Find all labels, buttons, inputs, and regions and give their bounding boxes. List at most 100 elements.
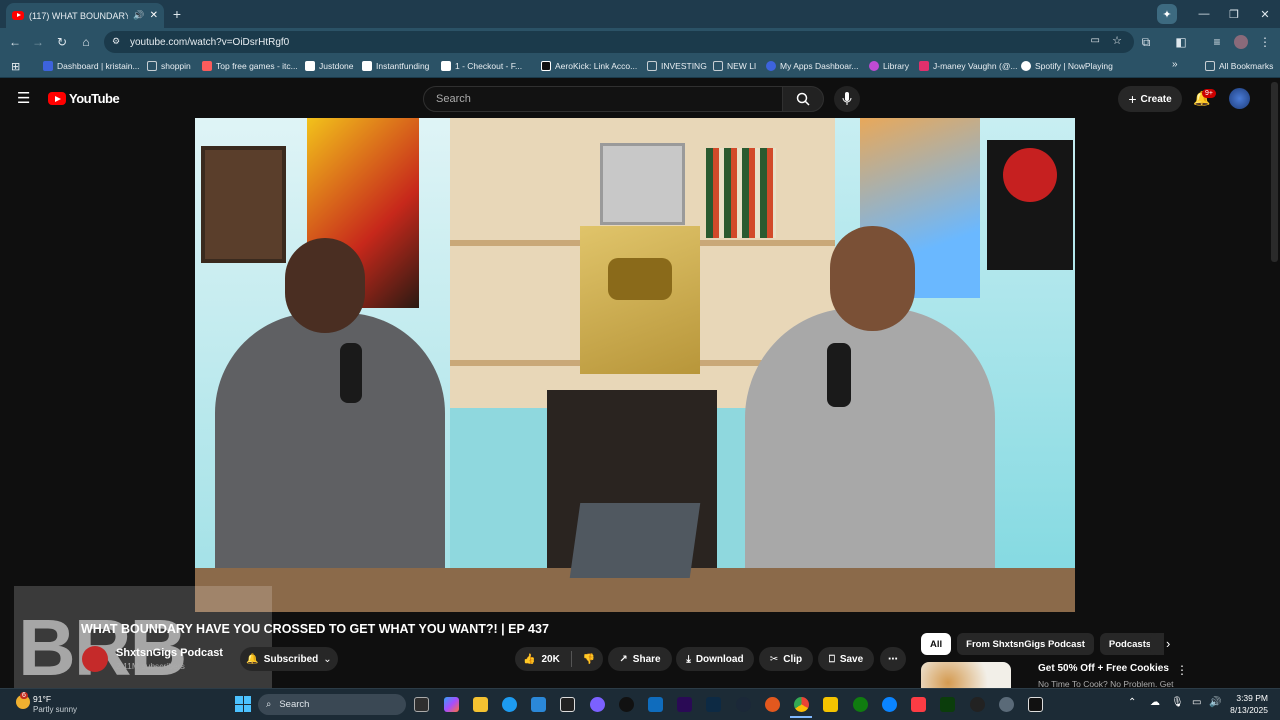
more-actions-button[interactable]: ⋯ [880, 647, 906, 671]
bookmark-item[interactable]: My Apps Dashboar... [766, 61, 858, 71]
premiere-pro-icon[interactable] [677, 697, 692, 712]
subscribed-button[interactable]: 🔔 Subscribed ⌄ [240, 647, 338, 671]
outlook-icon[interactable] [648, 697, 663, 712]
bookmark-item[interactable]: Library [869, 61, 909, 71]
onedrive-icon[interactable]: ☁ [1150, 697, 1160, 708]
bookmark-item[interactable]: Top free games - itc... [202, 61, 298, 71]
chrome-icon[interactable] [794, 697, 809, 712]
bookmark-item[interactable]: AeroKick: Link Acco... [541, 61, 637, 71]
ad-thumbnail[interactable] [921, 662, 1011, 688]
bookmark-star-icon[interactable]: ☆ [1112, 34, 1122, 47]
file-explorer-icon[interactable] [473, 697, 488, 712]
gemini-sparkle-icon[interactable]: ✦ [1157, 4, 1177, 24]
edge-icon[interactable] [502, 697, 517, 712]
store-icon[interactable] [531, 697, 546, 712]
app-icon[interactable] [970, 697, 985, 712]
home-icon[interactable]: ⌂ [76, 32, 96, 52]
xbox-icon[interactable] [853, 697, 868, 712]
chevron-right-icon[interactable]: › [1166, 636, 1170, 651]
task-view-icon[interactable] [414, 697, 429, 712]
bookmark-item[interactable]: 1 - Checkout - F... [441, 61, 522, 71]
ad-title[interactable]: Get 50% Off + Free Cookies [1038, 663, 1169, 674]
bookmark-favicon-icon [362, 61, 372, 71]
taskbar-search[interactable]: ⌕ Search [258, 694, 406, 715]
back-icon[interactable]: ← [5, 32, 25, 52]
chip-all[interactable]: All [921, 633, 952, 655]
browser-tab[interactable]: (117) WHAT BOUNDARY HA 🔊 ✕ [6, 3, 164, 28]
chip-partial[interactable] [1150, 633, 1164, 655]
silver-play-button-plaque [600, 143, 685, 225]
more-bookmarks-icon[interactable]: » [1172, 59, 1178, 70]
video-player[interactable] [195, 118, 1075, 612]
apple-music-icon[interactable] [911, 697, 926, 712]
app-icon[interactable] [940, 697, 955, 712]
dislike-button[interactable]: 👎 [583, 654, 595, 665]
download-button[interactable]: ⤓ Download [676, 647, 754, 671]
thumbs-down-icon: 👎 [582, 653, 596, 665]
tab-close-icon[interactable]: ✕ [150, 10, 158, 21]
address-bar[interactable]: ⚙ youtube.com/watch?v=OiDsrHtRgf0 ▭ ☆ [104, 31, 1134, 53]
user-avatar[interactable] [1229, 88, 1250, 109]
create-button[interactable]: + Create [1118, 86, 1182, 112]
search-button[interactable] [782, 86, 824, 112]
channel-avatar[interactable] [82, 646, 108, 672]
reading-list-icon[interactable]: ≡ [1207, 32, 1227, 52]
all-bookmarks-folder[interactable]: All Bookmarks [1205, 61, 1273, 71]
extensions-icon[interactable]: ⧉ [1136, 32, 1156, 52]
apps-grid-icon[interactable]: ⊞ [11, 60, 20, 73]
copilot-icon[interactable] [444, 697, 459, 712]
volume-icon[interactable]: 🔊 [1209, 697, 1221, 708]
ad-menu-icon[interactable]: ⋮ [1176, 663, 1188, 677]
person-right-head [830, 226, 915, 331]
page-scrollbar[interactable] [1271, 82, 1278, 262]
voice-search-button[interactable] [834, 86, 860, 112]
tray-chevron-up-icon[interactable]: ⌃ [1128, 697, 1136, 708]
discord-icon[interactable] [590, 697, 605, 712]
cast-icon[interactable]: ▭ [1091, 35, 1100, 46]
network-icon[interactable]: ▭ [1192, 697, 1201, 708]
profile-avatar[interactable] [1234, 35, 1248, 49]
rockstar-icon[interactable] [823, 697, 838, 712]
chip-from-channel[interactable]: From ShxtsnGigs Podcast [957, 633, 1094, 655]
site-info-icon[interactable]: ⚙ [112, 36, 120, 47]
app-icon[interactable] [882, 697, 897, 712]
settings-gear-icon[interactable] [999, 697, 1014, 712]
like-button[interactable]: 👍 20K [523, 654, 560, 665]
steam-icon[interactable] [736, 697, 751, 712]
clock-date[interactable]: 8/13/2025 [1226, 705, 1268, 715]
clip-button[interactable]: ✂ Clip [759, 647, 813, 671]
bookmark-folder[interactable]: NEW LI [713, 61, 756, 71]
hamburger-menu-icon[interactable]: ☰ [17, 91, 30, 106]
search-input[interactable]: Search [423, 86, 783, 112]
share-button[interactable]: ↗ Share [608, 647, 672, 671]
person-left-head [285, 238, 365, 333]
tray-microphone-icon[interactable]: 🎙 [1171, 697, 1184, 708]
bookmark-folder[interactable]: INVESTING [647, 61, 707, 71]
bookmark-item[interactable]: Spotify | NowPlaying [1021, 61, 1113, 71]
window-close-icon[interactable]: ✕ [1254, 4, 1276, 24]
bookmark-item[interactable]: Dashboard | kristain... [43, 61, 140, 71]
youtube-logo[interactable]: YouTube [48, 91, 120, 106]
clock-time[interactable]: 3:39 PM [1232, 693, 1268, 703]
bookmark-item[interactable]: Instantfunding [362, 61, 429, 71]
weather-description: Partly sunny [33, 705, 78, 714]
side-panel-icon[interactable]: ◧ [1171, 32, 1191, 52]
forward-icon[interactable]: → [28, 32, 48, 52]
bookmark-item[interactable]: J-maney Vaughn (@... [919, 61, 1018, 71]
chrome-menu-icon[interactable]: ⋮ [1255, 32, 1275, 52]
channel-name[interactable]: ShxtsnGigs Podcast [116, 647, 223, 659]
speaker-icon[interactable]: 🔊 [133, 10, 144, 21]
save-button[interactable]: ⎕ Save [818, 647, 874, 671]
bookmark-item[interactable]: Justdone [305, 61, 354, 71]
app-icon[interactable] [619, 697, 634, 712]
app-icon[interactable] [1028, 697, 1043, 712]
reload-icon[interactable]: ↻ [52, 32, 72, 52]
windows-start-icon[interactable] [235, 696, 251, 712]
new-tab-button[interactable]: + [168, 4, 186, 24]
app-icon[interactable] [765, 697, 780, 712]
epic-games-icon[interactable] [560, 697, 575, 712]
bookmark-folder[interactable]: shoppin [147, 61, 191, 71]
lightroom-icon[interactable] [706, 697, 721, 712]
minimize-icon[interactable]: — [1193, 4, 1215, 24]
restore-icon[interactable]: ❐ [1223, 4, 1245, 24]
